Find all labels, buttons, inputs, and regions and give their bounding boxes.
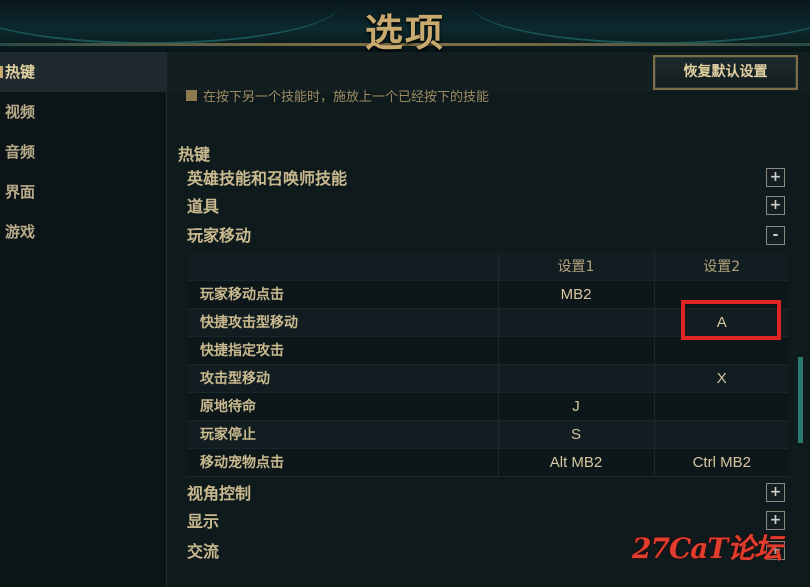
action-name: 攻击型移动 [187,364,498,393]
category-label: 道具 [187,197,220,216]
action-name: 快捷指定攻击 [187,336,498,365]
scrollbar-thumb[interactable] [798,357,803,443]
table-header-blank [187,252,498,281]
expand-icon[interactable]: + [766,483,785,502]
watermark: 27CaT论坛 [632,532,782,565]
table-row: 原地待命 J [187,392,789,421]
collapse-icon[interactable]: - [766,226,785,245]
action-name: 原地待命 [187,392,498,421]
action-name: 快捷攻击型移动 [187,308,498,337]
table-row: 攻击型移动 X [187,364,789,393]
category-label: 显示 [187,512,220,531]
keybind-slot-2[interactable] [653,420,789,449]
category-label: 英雄技能和召唤师技能 [187,169,348,188]
category-label: 玩家移动 [187,226,252,245]
keybind-slot-1[interactable]: MB2 [497,280,654,309]
section-title: 热键 [178,145,211,164]
keybind-slot-2[interactable] [653,336,789,365]
table-header-row: 设置1 设置2 [187,252,789,281]
column-header-setting1: 设置1 [497,252,654,281]
category-label: 交流 [187,542,220,561]
keybind-slot-2[interactable]: Ctrl MB2 [653,448,789,477]
column-header-setting2: 设置2 [653,252,789,281]
keybind-slot-1[interactable] [497,308,654,337]
action-name: 玩家停止 [187,420,498,449]
sidebar-item-audio[interactable]: 音频 [0,132,166,172]
sidebar-item-game[interactable]: 游戏 [0,212,166,252]
partial-option-row: 在按下另一个技能时，施放上一个已经按下的技能 [186,87,489,103]
keybind-table: 设置1 设置2 玩家移动点击 MB2 快捷攻击型移动 A 快捷指定攻击 攻击型移… [187,252,789,477]
sidebar: 热键 视频 音频 界面 游戏 [0,52,166,587]
table-row: 快捷指定攻击 [187,336,789,365]
sidebar-item-video[interactable]: 视频 [0,92,166,132]
keybind-slot-2[interactable] [653,392,789,421]
checkbox-icon[interactable] [186,90,197,101]
category-champion-abilities[interactable]: 英雄技能和召唤师技能 [187,167,787,191]
restore-defaults-button[interactable]: 恢复默认设置 [653,55,798,90]
table-row: 玩家停止 S [187,420,789,449]
title-banner: 选项 [0,0,810,52]
keybind-slot-1[interactable] [497,364,654,393]
expand-icon[interactable]: + [766,168,785,187]
keybind-slot-1[interactable]: S [497,420,654,449]
panel-toolbar: 恢复默认设置 [167,52,810,92]
category-player-movement[interactable]: 玩家移动 [187,224,787,248]
settings-panel: 恢复默认设置 在按下另一个技能时，施放上一个已经按下的技能 热键 英雄技能和召唤… [166,52,810,587]
annotation-highlight-box [681,300,781,340]
expand-icon[interactable]: + [766,196,785,215]
action-name: 移动宠物点击 [187,448,498,477]
keybind-slot-1[interactable]: J [497,392,654,421]
keybind-slot-1[interactable]: Alt MB2 [497,448,654,477]
partial-option-label: 在按下另一个技能时，施放上一个已经按下的技能 [203,90,490,103]
keybind-slot-2[interactable]: X [653,364,789,393]
keybind-slot-1[interactable] [497,336,654,365]
sidebar-item-hotkeys[interactable]: 热键 [0,52,166,92]
category-camera-control[interactable]: 视角控制 [187,482,787,506]
window-title: 选项 [364,11,445,52]
action-name: 玩家移动点击 [187,280,498,309]
category-items[interactable]: 道具 [187,195,787,219]
category-label: 视角控制 [187,484,252,503]
table-row: 移动宠物点击 Alt MB2 Ctrl MB2 [187,448,789,477]
sidebar-item-interface[interactable]: 界面 [0,172,166,212]
